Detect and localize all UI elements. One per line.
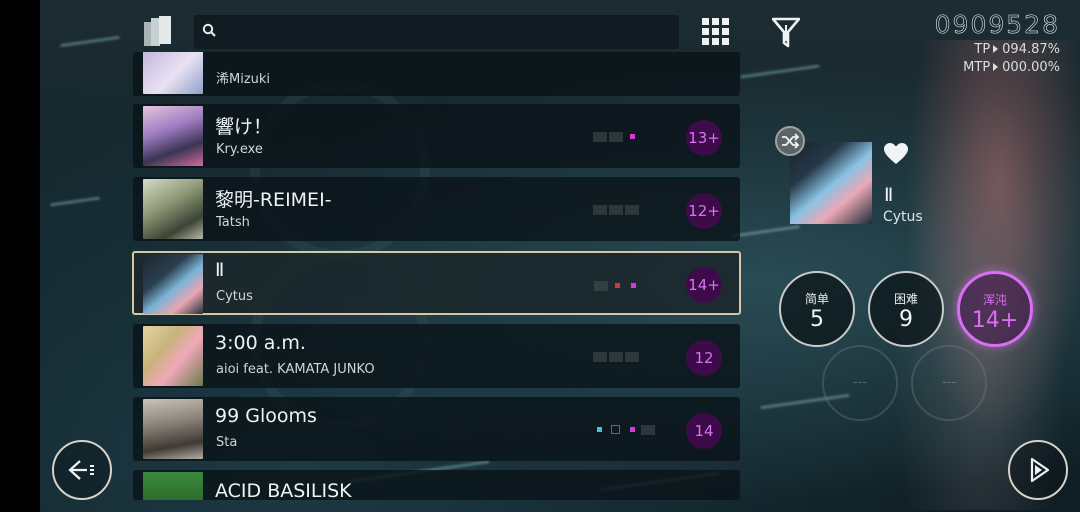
grade-cell [593, 352, 607, 362]
song-artist: Kry.exe [216, 142, 263, 157]
mtp-value: 000.00% [1002, 60, 1060, 75]
song-artist: Tatsh [216, 215, 250, 230]
song-row[interactable]: 浠Mizuki [133, 52, 740, 96]
tp-value: 094.87% [1002, 42, 1060, 57]
light-streak [730, 225, 800, 238]
song-artist: 浠Mizuki [216, 72, 271, 87]
magenta-dot [630, 134, 635, 139]
screen-bezel [0, 0, 40, 512]
difficulty-level: 5 [810, 307, 824, 332]
grade-cell [609, 352, 623, 362]
song-thumbnail [143, 106, 203, 166]
play-icon [1030, 457, 1050, 483]
level-badge: 14+ [686, 267, 722, 303]
total-score: 0909528 [934, 10, 1060, 40]
difficulty-locked-button: --- [911, 345, 987, 421]
difficulty-level: --- [941, 375, 957, 390]
song-row[interactable]: 3:00 a.m. aioi feat. KAMATA JUNKO 12 [133, 324, 740, 388]
favorite-button[interactable] [883, 142, 909, 170]
song-title: 99 Glooms [215, 405, 317, 427]
search-icon [202, 23, 216, 37]
song-title: 黎明-REIMEI- [215, 189, 332, 211]
grade-cell [626, 281, 640, 291]
selected-artist: Cytus [883, 209, 923, 225]
song-title: Ⅱ [215, 259, 225, 281]
level-badge: 13+ [686, 120, 722, 156]
mtp-readout: MTP 000.00% [963, 60, 1060, 75]
light-streak [60, 35, 120, 48]
song-row[interactable]: ACID BASILISK [133, 470, 740, 500]
grade-cell [593, 425, 607, 435]
back-button[interactable] [52, 440, 112, 500]
grid-view-icon[interactable] [702, 18, 730, 50]
arrow-icon [993, 63, 999, 71]
grade-cell [593, 205, 607, 215]
cyan-dot [597, 427, 602, 432]
grade-cell [594, 281, 608, 291]
grade-cell [625, 352, 639, 362]
search-bar[interactable] [194, 15, 679, 49]
song-artist: Cytus [216, 289, 253, 304]
difficulty-chaos-button[interactable]: 浑沌 14+ [957, 271, 1033, 347]
song-row[interactable]: 99 Glooms Sta 14 [133, 397, 740, 461]
magenta-dot [631, 283, 636, 288]
mtp-label: MTP [963, 60, 991, 75]
song-title: 3:00 a.m. [215, 332, 306, 354]
song-row[interactable]: 響け！ Kry.exe 13+ [133, 104, 740, 168]
magenta-dot [630, 427, 635, 432]
grade-cell [609, 205, 623, 215]
difficulty-name: 简单 [804, 292, 829, 306]
selected-jacket [790, 142, 872, 224]
song-title: ACID BASILISK [215, 480, 352, 500]
song-artist: aioi feat. KAMATA JUNKO [216, 362, 375, 377]
difficulty-locked-button: --- [822, 345, 898, 421]
difficulty-level: 9 [899, 307, 913, 332]
grade-cell [609, 132, 623, 142]
difficulty-level: --- [852, 375, 868, 390]
song-thumbnail [143, 254, 203, 314]
level-badge: 14 [686, 413, 722, 449]
song-row-selected[interactable]: Ⅱ Cytus 14+ [132, 251, 741, 315]
difficulty-name: 浑沌 [982, 293, 1007, 307]
tp-readout: TP 094.87% [974, 42, 1060, 57]
shuffle-icon [782, 133, 800, 149]
grade-cell [610, 281, 624, 291]
selected-title: Ⅱ [884, 184, 894, 206]
grade-cell [625, 132, 639, 142]
song-thumbnail [143, 326, 203, 386]
song-thumbnail [143, 399, 203, 459]
collection-icon[interactable] [142, 14, 174, 50]
tp-label: TP [974, 42, 991, 57]
grade-cell [593, 132, 607, 142]
back-arrow-icon [68, 460, 94, 480]
song-thumbnail [143, 472, 203, 500]
shuffle-button[interactable] [775, 126, 805, 156]
song-title: 響け！ [215, 116, 273, 138]
level-badge: 12+ [686, 193, 722, 229]
song-thumbnail [143, 179, 203, 239]
song-artist: Sta [216, 435, 238, 450]
difficulty-name: 困难 [893, 292, 918, 306]
arrow-icon [993, 45, 999, 53]
light-streak [740, 64, 820, 79]
grade-cell [625, 205, 639, 215]
red-dot [615, 283, 620, 288]
grade-cell [641, 425, 655, 435]
heart-icon [884, 143, 908, 164]
difficulty-level: 14+ [971, 308, 1019, 333]
filter-icon[interactable] [771, 17, 801, 53]
grade-cell [609, 425, 623, 435]
difficulty-easy-button[interactable]: 简单 5 [779, 271, 855, 347]
light-streak [50, 196, 100, 207]
difficulty-hard-button[interactable]: 困难 9 [868, 271, 944, 347]
song-row[interactable]: 黎明-REIMEI- Tatsh 12+ [133, 177, 740, 241]
play-button[interactable] [1008, 440, 1068, 500]
level-badge: 12 [686, 340, 722, 376]
grade-cell [625, 425, 639, 435]
red-square [611, 425, 620, 434]
